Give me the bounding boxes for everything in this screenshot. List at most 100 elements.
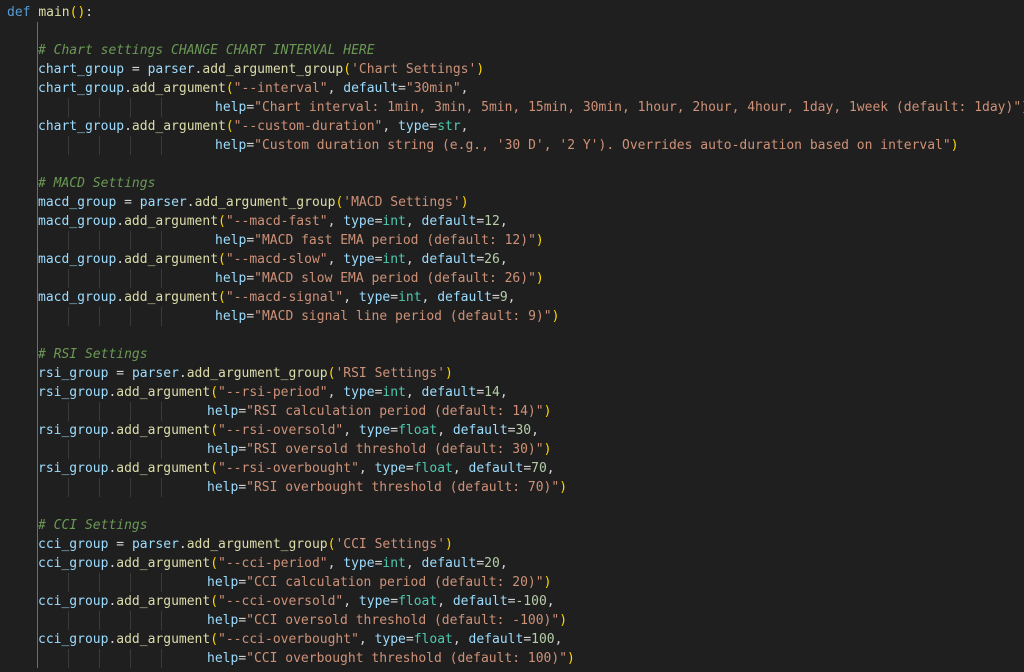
code-token: default [468,632,524,647]
code-line: help="RSI oversold threshold (default: 3… [207,440,551,459]
code-token: ) [535,233,544,248]
code-token: . [124,81,132,96]
code-token: ) [543,442,552,457]
code-token: = [238,480,247,495]
code-token: = [390,594,399,609]
code-line: macd_group.add_argument("--macd-signal",… [38,288,515,307]
code-token: = [116,195,140,210]
code-token: = [246,138,255,153]
indent-guide [68,402,69,421]
code-token: , [327,556,344,571]
code-token: rsi_group [38,423,109,438]
code-token: add_argument_group [194,195,336,210]
code-token: ) [535,271,544,286]
code-token: cci_group [38,594,109,609]
code-token: default [452,594,508,609]
code-token: = [108,366,132,381]
code-token: ) [476,62,485,77]
code-token: , [452,461,469,476]
code-token: ( [210,556,219,571]
code-token: = [476,252,485,267]
code-token: . [178,537,187,552]
code-token: float [398,594,438,609]
indent-guide [161,402,162,421]
code-token: "--interval" [233,81,328,96]
code-token: = [390,290,399,305]
indent-guide [161,136,162,155]
code-token: , [546,461,555,476]
indent-guide [99,611,100,630]
code-line: rsi_group.add_argument("--rsi-period", t… [38,383,508,402]
code-line: # RSI Settings [38,345,148,364]
code-token: "MACD fast EMA period (default: 12)" [254,233,536,248]
code-token: macd_group [38,290,117,305]
code-editor[interactable]: def main(): # Chart settings CHANGE CHART… [0,0,1024,672]
indent-guide [37,497,38,516]
code-token: , [437,594,453,609]
code-token: help [215,100,247,115]
code-token: "MACD slow EMA period (default: 26)" [254,271,536,286]
code-line: help="RSI overbought threshold (default:… [207,478,567,497]
indent-guide [130,269,131,288]
code-line: rsi_group.add_argument("--rsi-overbought… [38,459,555,478]
code-token: ) [543,404,552,419]
code-token: rsi_group [38,385,109,400]
code-token: default [421,385,477,400]
code-token: chart_group [38,119,125,134]
code-token: = [238,575,247,590]
indent-guide [68,440,69,459]
code-token: float [413,632,453,647]
code-token: , [452,632,469,647]
indent-guide [68,611,69,630]
indent-guide [37,611,38,630]
code-line: rsi_group = parser.add_argument_group('R… [38,364,453,383]
code-token: cci_group [38,632,109,647]
code-token: 'MACD Settings' [343,195,461,210]
code-token: 'CCI Settings' [335,537,446,552]
code-line: # MACD Settings [38,174,155,193]
code-token: ( [225,119,234,134]
code-token: , [460,81,469,96]
code-line: cci_group.add_argument("--cci-period", t… [38,554,508,573]
indent-guide [99,231,100,250]
indent-guide [68,478,69,497]
code-line: help="MACD signal line period (default: … [215,307,559,326]
code-line: chart_group = parser.add_argument_group(… [38,60,484,79]
code-token: default [421,214,477,229]
code-token: , [499,385,508,400]
code-token: default [421,556,477,571]
indent-guide [161,478,162,497]
code-token: help [207,613,239,628]
code-token: 9 [499,290,508,305]
code-token: main [38,5,70,20]
code-token: default [468,461,524,476]
code-token: ) [460,195,469,210]
code-token: , [460,119,469,134]
code-token: ( [210,632,219,647]
code-token: "Custom duration string (e.g., '30 D', '… [254,138,951,153]
code-token: . [186,195,195,210]
code-token: type [358,290,391,305]
indent-guide [68,649,69,668]
indent-guide [130,402,131,421]
code-token: ) [551,309,560,324]
indent-guide [68,573,69,592]
code-token: = [405,632,414,647]
code-token: 14 [484,385,500,400]
code-token: () [69,5,86,20]
code-token: type [343,556,375,571]
indent-guide [68,136,69,155]
code-token: "CCI overbought threshold (default: 100)… [246,651,568,666]
code-token: ) [445,537,453,552]
code-token: = [390,423,399,438]
code-token: = [523,632,532,647]
code-token: chart_group [38,81,125,96]
indent-guide [68,98,69,117]
code-token: , [327,214,344,229]
code-line: help="CCI calculation period (default: 2… [207,573,551,592]
code-line: help="CCI oversold threshold (default: -… [207,611,567,630]
code-token: default [452,423,508,438]
code-token: parser [131,537,179,552]
code-token: , [499,556,508,571]
code-token: "--custom-duration" [233,119,383,134]
